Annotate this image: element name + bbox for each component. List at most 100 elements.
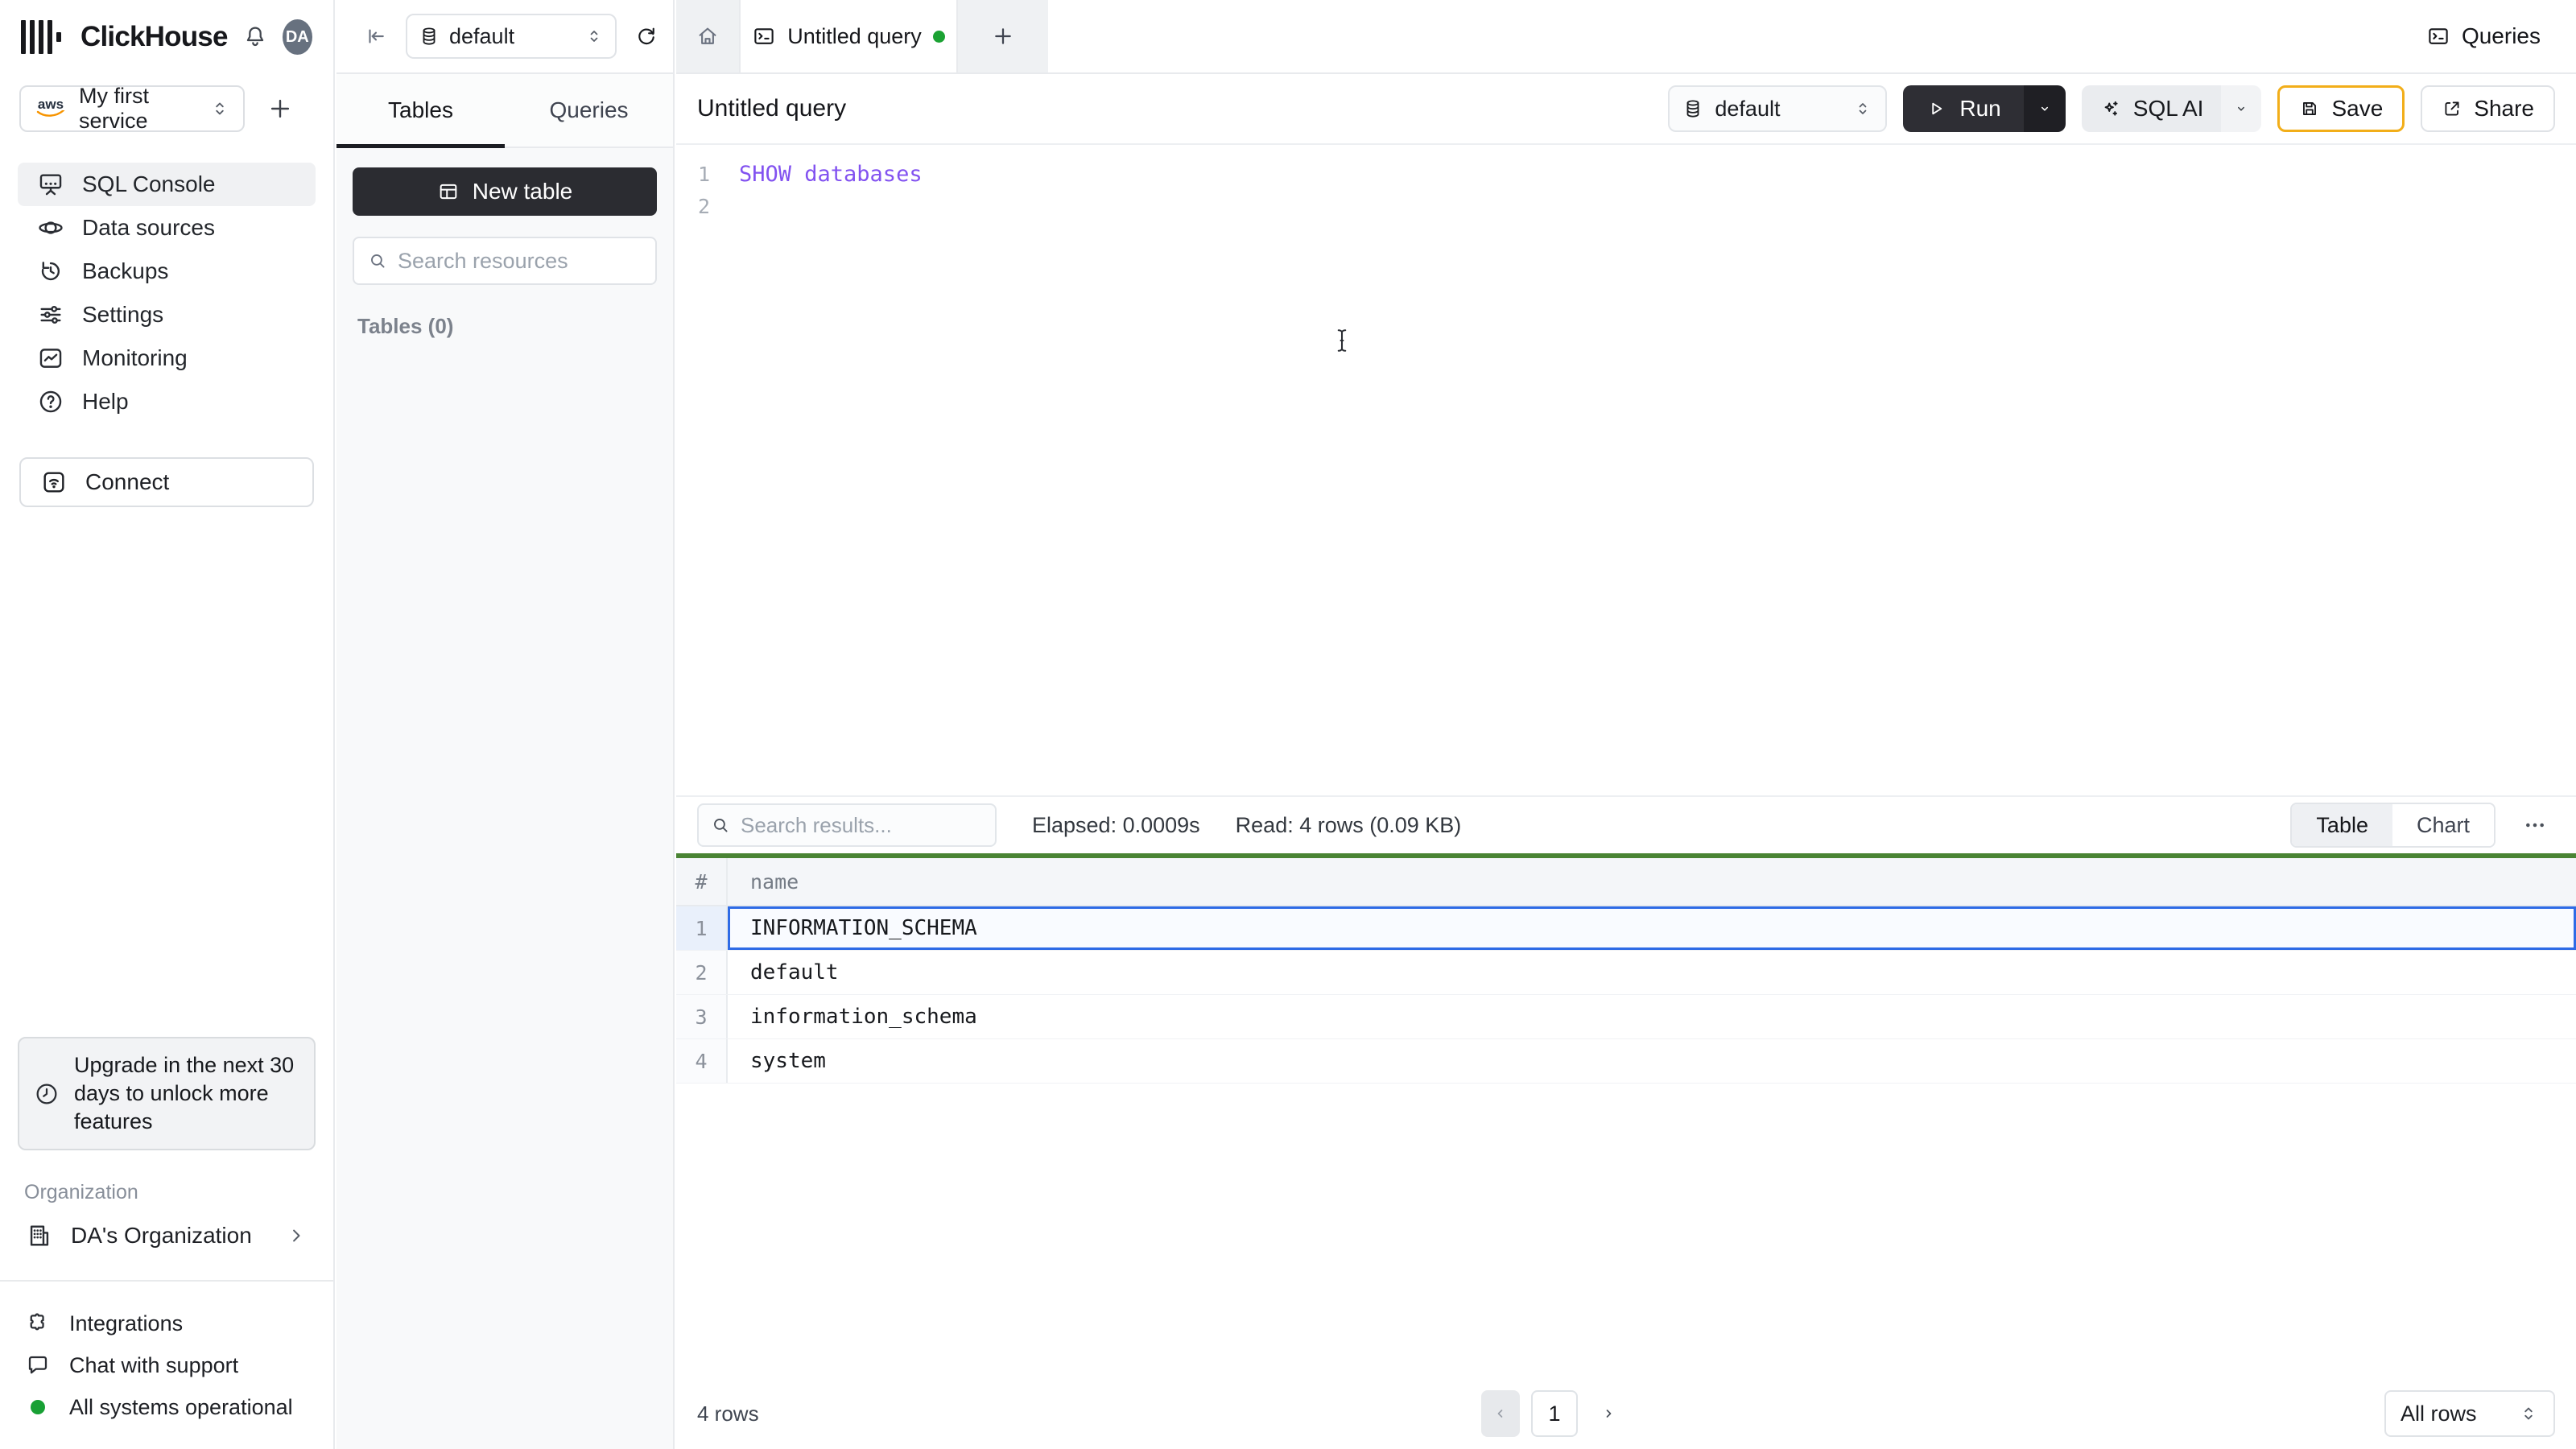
system-status-link[interactable]: All systems operational — [24, 1386, 333, 1428]
connect-button[interactable]: Connect — [19, 457, 314, 507]
chevron-right-icon — [285, 1224, 308, 1247]
sidebar-item-backups[interactable]: Backups — [18, 250, 316, 293]
add-service-button[interactable] — [261, 89, 299, 128]
chevron-updown-icon — [584, 27, 604, 46]
row-number: 2 — [676, 951, 728, 994]
run-button[interactable]: Run — [1903, 85, 2024, 132]
results-footer: 4 rows 1 All rows — [676, 1378, 2576, 1449]
table-row[interactable]: 3 information_schema — [676, 995, 2576, 1039]
notifications-bell-icon[interactable] — [242, 24, 268, 50]
chat-bubble-icon — [24, 1352, 52, 1378]
sidebar-header: ClickHouse DA — [0, 0, 333, 74]
home-button[interactable] — [676, 0, 739, 72]
database-icon — [1682, 98, 1703, 119]
results-search-input[interactable] — [741, 812, 984, 838]
view-table-button[interactable]: Table — [2292, 804, 2392, 846]
sidebar-item-sql-console[interactable]: SQL Console — [18, 163, 316, 206]
next-page-button[interactable] — [1589, 1390, 1628, 1437]
tab-untitled-query[interactable]: Untitled query — [739, 0, 958, 72]
terminal-icon — [2426, 24, 2450, 48]
name-column-header[interactable]: name — [728, 858, 2576, 905]
run-label: Run — [1959, 96, 2001, 121]
chat-support-label: Chat with support — [69, 1352, 239, 1377]
sql-editor[interactable]: 1 SHOW databases 2 — [676, 145, 2576, 795]
current-page[interactable]: 1 — [1531, 1390, 1578, 1437]
previous-page-button[interactable] — [1481, 1390, 1520, 1437]
sql-console-icon — [37, 171, 64, 198]
read-stat: Read: 4 rows (0.09 KB) — [1235, 812, 1462, 837]
new-tab-button[interactable] — [958, 0, 1048, 72]
sidebar-item-data-sources[interactable]: Data sources — [18, 206, 316, 250]
save-floppy-icon — [2299, 98, 2320, 119]
organization-name: DA's Organization — [71, 1223, 252, 1248]
collapse-panel-icon[interactable] — [364, 24, 388, 48]
save-button[interactable]: Save — [2277, 85, 2405, 132]
refresh-icon[interactable] — [634, 24, 658, 48]
table-row[interactable]: 1 INFORMATION_SCHEMA — [676, 906, 2576, 951]
toolbar-database-select[interactable]: default — [1668, 85, 1888, 132]
tab-queries[interactable]: Queries — [505, 74, 673, 147]
share-label: Share — [2474, 96, 2534, 121]
tab-queries-label: Queries — [549, 97, 629, 122]
row-number: 1 — [676, 906, 728, 950]
chat-support-link[interactable]: Chat with support — [24, 1344, 333, 1386]
queries-button[interactable]: Queries — [2426, 0, 2541, 72]
resource-search-input[interactable] — [398, 248, 642, 274]
upgrade-text: Upgrade in the next 30 days to unlock mo… — [74, 1053, 295, 1133]
sidebar-item-label: Backups — [82, 258, 169, 283]
service-name: My first service — [79, 84, 149, 133]
user-avatar[interactable]: DA — [282, 19, 312, 55]
row-count-label: 4 rows — [697, 1401, 759, 1426]
row-value[interactable]: system — [728, 1039, 2576, 1083]
row-value[interactable]: INFORMATION_SCHEMA — [728, 906, 2576, 950]
sql-ai-group: SQL AI — [2081, 85, 2262, 132]
run-button-group: Run — [1903, 85, 2066, 132]
tab-title: Untitled query — [787, 23, 922, 48]
chevron-updown-icon — [2518, 1403, 2539, 1424]
results-table: # name 1 INFORMATION_SCHEMA 2 default 3 … — [676, 853, 2576, 1084]
upgrade-banner[interactable]: Upgrade in the next 30 days to unlock mo… — [18, 1037, 316, 1150]
clickhouse-logo-icon[interactable] — [21, 19, 61, 55]
service-select[interactable]: aws My first service — [19, 84, 245, 133]
row-value[interactable]: default — [728, 951, 2576, 994]
elapsed-stat: Elapsed: 0.0009s — [1032, 812, 1200, 837]
editor-line: 1 SHOW databases — [676, 158, 2576, 190]
data-sources-icon — [37, 214, 64, 242]
chevron-updown-icon — [1853, 99, 1872, 118]
view-chart-button[interactable]: Chart — [2392, 804, 2494, 846]
tab-tables[interactable]: Tables — [336, 74, 505, 148]
sidebar-nav: SQL Console Data sources Backups Setting… — [0, 163, 333, 423]
main-area: Untitled query Queries Untitled query de… — [676, 0, 2576, 1449]
sidebar-item-settings[interactable]: Settings — [18, 293, 316, 336]
table-row[interactable]: 4 system — [676, 1039, 2576, 1084]
save-label: Save — [2331, 96, 2384, 121]
database-select[interactable]: default — [406, 14, 617, 59]
run-options-button[interactable] — [2023, 85, 2066, 132]
search-icon — [710, 815, 731, 836]
sidebar-item-monitoring[interactable]: Monitoring — [18, 336, 316, 380]
resource-search[interactable] — [353, 237, 657, 285]
integrations-link[interactable]: Integrations — [24, 1302, 333, 1344]
clock-icon — [34, 1081, 60, 1107]
table-row[interactable]: 2 default — [676, 951, 2576, 995]
brand-title: ClickHouse — [80, 21, 228, 52]
row-value[interactable]: information_schema — [728, 995, 2576, 1038]
view-table-label: Table — [2316, 812, 2368, 837]
results-search[interactable] — [697, 803, 997, 847]
sidebar-item-help[interactable]: Help — [18, 380, 316, 423]
new-table-button[interactable]: New table — [353, 167, 657, 216]
sql-code: SHOW databases — [739, 161, 923, 187]
settings-sliders-icon — [37, 301, 64, 328]
sql-ai-label: SQL AI — [2132, 96, 2204, 121]
results-more-button[interactable] — [2515, 805, 2555, 845]
organization-section-label: Organization — [24, 1181, 138, 1203]
view-toggle: Table Chart — [2290, 803, 2496, 848]
organization-row[interactable]: DA's Organization — [8, 1212, 325, 1259]
sql-ai-options-button[interactable] — [2221, 85, 2262, 132]
tables-count-label: Tables (0) — [357, 314, 454, 338]
page-size-select[interactable]: All rows — [2384, 1390, 2555, 1437]
query-toolbar: Untitled query default Run SQL AI Save S… — [676, 74, 2576, 145]
view-chart-label: Chart — [2416, 812, 2470, 837]
sql-ai-button[interactable]: SQL AI — [2081, 85, 2222, 132]
share-button[interactable]: Share — [2421, 85, 2555, 132]
